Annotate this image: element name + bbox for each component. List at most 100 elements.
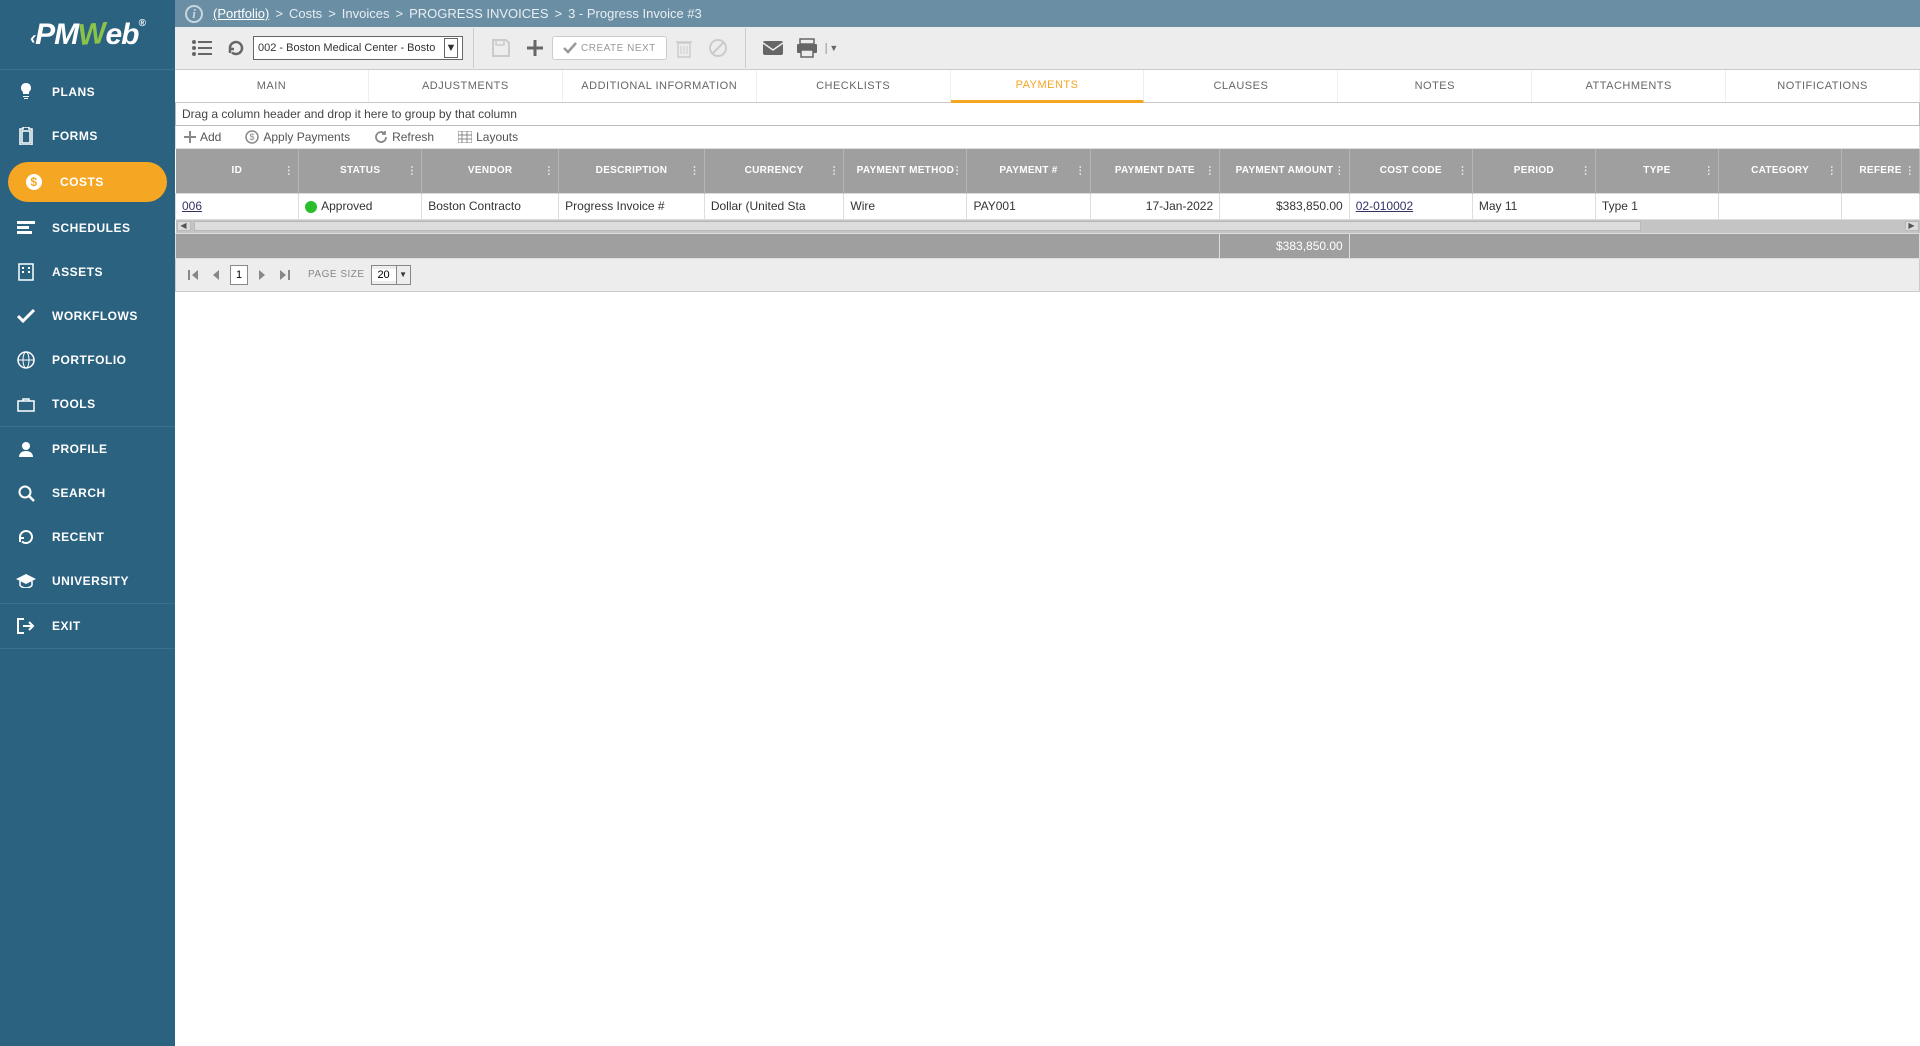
nav-search[interactable]: SEARCH bbox=[0, 471, 175, 515]
apply-payments-button[interactable]: $Apply Payments bbox=[245, 130, 350, 144]
col-payment-method[interactable]: PAYMENT METHOD⋮ bbox=[844, 149, 967, 193]
check-icon bbox=[563, 42, 577, 54]
pager: PAGE SIZE ▼ bbox=[175, 259, 1920, 292]
nav-exit[interactable]: EXIT bbox=[0, 604, 175, 648]
nav-schedules[interactable]: SCHEDULES bbox=[0, 206, 175, 250]
email-button[interactable] bbox=[756, 31, 790, 65]
col-type[interactable]: TYPE⋮ bbox=[1595, 149, 1718, 193]
last-page-button[interactable] bbox=[276, 265, 292, 285]
sidebar: ‹PMWeb® PLANS FORMS $ COSTS SCHEDULES bbox=[0, 0, 175, 1046]
nav-costs[interactable]: $ COSTS bbox=[8, 162, 167, 202]
add-button[interactable] bbox=[518, 31, 552, 65]
nav-forms[interactable]: FORMS bbox=[0, 114, 175, 158]
list-button[interactable] bbox=[185, 31, 219, 65]
page-size-value[interactable] bbox=[372, 269, 396, 281]
col-payment-date[interactable]: PAYMENT DATE⋮ bbox=[1090, 149, 1220, 193]
column-menu-icon[interactable]: ⋮ bbox=[1075, 165, 1085, 176]
scroll-left-icon[interactable]: ◀ bbox=[177, 221, 191, 231]
scroll-thumb[interactable] bbox=[194, 221, 1642, 231]
nav-tools[interactable]: TOOLS bbox=[0, 382, 175, 426]
add-row-button[interactable]: Add bbox=[184, 130, 221, 144]
nav-workflows[interactable]: WORKFLOWS bbox=[0, 294, 175, 338]
column-menu-icon[interactable]: ⋮ bbox=[1905, 165, 1915, 176]
nav-label: EXIT bbox=[52, 619, 81, 633]
col-cost-code[interactable]: COST CODE⋮ bbox=[1349, 149, 1472, 193]
column-menu-icon[interactable]: ⋮ bbox=[1704, 165, 1714, 176]
column-menu-icon[interactable]: ⋮ bbox=[1827, 165, 1837, 176]
breadcrumb-progress-invoices: PROGRESS INVOICES bbox=[409, 6, 548, 21]
logo[interactable]: ‹PMWeb® bbox=[0, 0, 175, 70]
tab-main[interactable]: MAIN bbox=[175, 70, 369, 102]
lightbulb-icon bbox=[14, 82, 38, 102]
tab-adjustments[interactable]: ADJUSTMENTS bbox=[369, 70, 563, 102]
save-button[interactable] bbox=[484, 31, 518, 65]
nav-label: WORKFLOWS bbox=[52, 309, 138, 323]
column-menu-icon[interactable]: ⋮ bbox=[407, 165, 417, 176]
column-menu-icon[interactable]: ⋮ bbox=[544, 165, 554, 176]
tab-additional-information[interactable]: ADDITIONAL INFORMATION bbox=[563, 70, 757, 102]
scroll-right-icon[interactable]: ▶ bbox=[1905, 221, 1919, 231]
column-menu-icon[interactable]: ⋮ bbox=[1334, 165, 1344, 176]
group-drop-zone[interactable]: Drag a column header and drop it here to… bbox=[175, 103, 1920, 126]
col-payment-num[interactable]: PAYMENT #⋮ bbox=[967, 149, 1090, 193]
col-id[interactable]: ID⋮ bbox=[176, 149, 299, 193]
costcode-link[interactable]: 02-010002 bbox=[1356, 199, 1413, 213]
col-vendor[interactable]: VENDOR⋮ bbox=[422, 149, 559, 193]
column-menu-icon[interactable]: ⋮ bbox=[284, 165, 294, 176]
tab-clauses[interactable]: CLAUSES bbox=[1144, 70, 1338, 102]
nav-profile[interactable]: PROFILE bbox=[0, 427, 175, 471]
refresh-button[interactable]: Refresh bbox=[374, 130, 434, 144]
tab-notifications[interactable]: NOTIFICATIONS bbox=[1726, 70, 1920, 102]
column-menu-icon[interactable]: ⋮ bbox=[1581, 165, 1591, 176]
project-selector[interactable]: 002 - Boston Medical Center - Bosto ▼ bbox=[253, 36, 463, 60]
col-status[interactable]: STATUS⋮ bbox=[299, 149, 422, 193]
nav-label: ASSETS bbox=[52, 265, 103, 279]
page-size-selector[interactable]: ▼ bbox=[371, 265, 411, 285]
col-category[interactable]: CATEGORY⋮ bbox=[1719, 149, 1842, 193]
nav-label: COSTS bbox=[60, 175, 104, 189]
print-button[interactable] bbox=[790, 31, 824, 65]
history-button[interactable] bbox=[219, 31, 253, 65]
col-payment-amount[interactable]: PAYMENT AMOUNT⋮ bbox=[1220, 149, 1350, 193]
nav-university[interactable]: UNIVERSITY bbox=[0, 559, 175, 603]
nav-portfolio[interactable]: PORTFOLIO bbox=[0, 338, 175, 382]
breadcrumb: i (Portfolio) > Costs > Invoices > PROGR… bbox=[175, 0, 1920, 27]
layouts-button[interactable]: Layouts bbox=[458, 130, 518, 144]
cell-period: May 11 bbox=[1472, 193, 1595, 219]
cell-category bbox=[1719, 193, 1842, 219]
cell-status: Approved bbox=[299, 193, 422, 219]
nav-recent[interactable]: RECENT bbox=[0, 515, 175, 559]
first-page-button[interactable] bbox=[186, 265, 202, 285]
col-reference[interactable]: REFERE⋮ bbox=[1842, 149, 1920, 193]
tab-attachments[interactable]: ATTACHMENTS bbox=[1532, 70, 1726, 102]
page-input[interactable] bbox=[230, 265, 248, 285]
tab-notes[interactable]: NOTES bbox=[1338, 70, 1532, 102]
globe-icon bbox=[14, 350, 38, 370]
prev-page-button[interactable] bbox=[208, 265, 224, 285]
column-menu-icon[interactable]: ⋮ bbox=[1458, 165, 1468, 176]
row-id-link[interactable]: 006 bbox=[182, 199, 202, 213]
column-menu-icon[interactable]: ⋮ bbox=[690, 165, 700, 176]
column-menu-icon[interactable]: ⋮ bbox=[952, 165, 962, 176]
col-currency[interactable]: CURRENCY⋮ bbox=[704, 149, 844, 193]
table-row[interactable]: 006 Approved Boston Contracto Progress I… bbox=[176, 193, 1920, 219]
info-icon[interactable]: i bbox=[185, 5, 203, 23]
col-description[interactable]: DESCRIPTION⋮ bbox=[559, 149, 705, 193]
breadcrumb-portfolio[interactable]: (Portfolio) bbox=[213, 6, 269, 21]
tab-payments[interactable]: PAYMENTS bbox=[951, 70, 1145, 103]
dollar-circle-icon: $ bbox=[245, 130, 259, 144]
create-next-button[interactable]: CREATE NEXT bbox=[552, 36, 667, 60]
cancel-button[interactable] bbox=[701, 31, 735, 65]
print-dropdown[interactable]: │▼ bbox=[824, 43, 836, 53]
delete-button[interactable] bbox=[667, 31, 701, 65]
col-period[interactable]: PERIOD⋮ bbox=[1472, 149, 1595, 193]
horizontal-scrollbar[interactable]: ◀ ▶ bbox=[176, 219, 1920, 233]
nav-plans[interactable]: PLANS bbox=[0, 70, 175, 114]
clipboard-icon bbox=[14, 126, 38, 146]
column-menu-icon[interactable]: ⋮ bbox=[829, 165, 839, 176]
column-menu-icon[interactable]: ⋮ bbox=[1205, 165, 1215, 176]
breadcrumb-invoices: Invoices bbox=[342, 6, 390, 21]
next-page-button[interactable] bbox=[254, 265, 270, 285]
nav-assets[interactable]: ASSETS bbox=[0, 250, 175, 294]
tab-checklists[interactable]: CHECKLISTS bbox=[757, 70, 951, 102]
